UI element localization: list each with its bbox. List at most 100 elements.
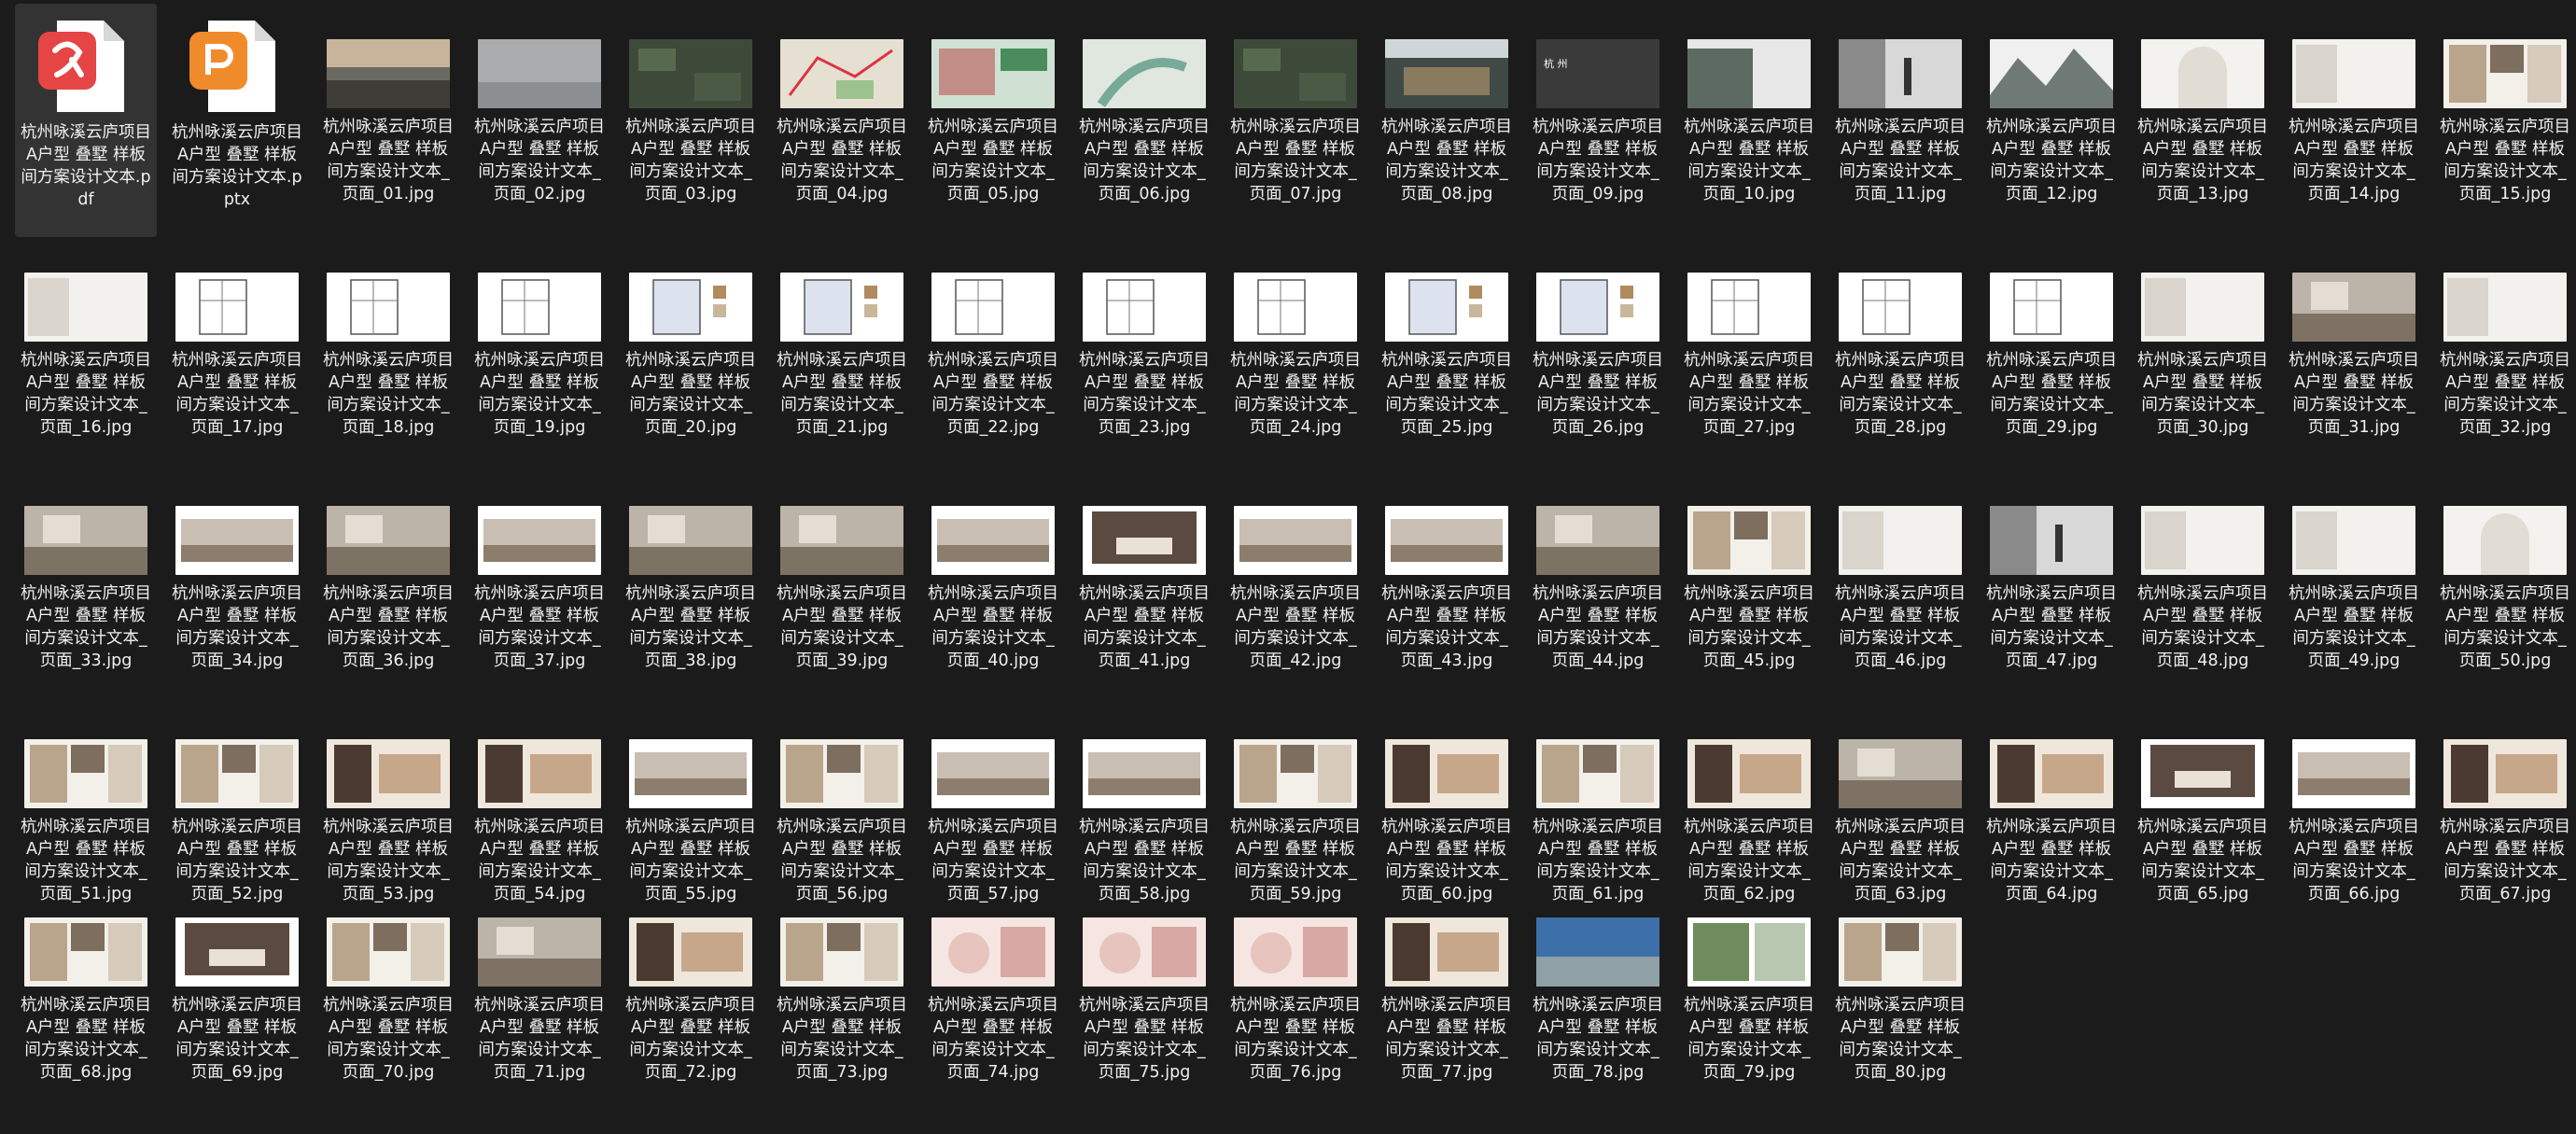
file-item[interactable]: 杭州咏溪云庐项目A户型 叠墅 样板间方案设计文本_页面_03.jpg	[620, 4, 762, 203]
file-item[interactable]: 杭州咏溪云庐项目A户型 叠墅 样板间方案设计文本_页面_72.jpg	[620, 882, 762, 1082]
image-thumbnail	[327, 506, 450, 575]
file-item[interactable]: 杭州咏溪云庐项目A户型 叠墅 样板间方案设计文本.pdf	[15, 4, 157, 237]
file-item[interactable]: 杭州咏溪云庐项目A户型 叠墅 样板间方案设计文本_页面_59.jpg	[1225, 704, 1366, 903]
file-item[interactable]: 杭州咏溪云庐项目A户型 叠墅 样板间方案设计文本_页面_42.jpg	[1225, 470, 1366, 670]
file-item[interactable]: 杭 州杭州咏溪云庐项目A户型 叠墅 样板间方案设计文本_页面_09.jpg	[1527, 4, 1669, 203]
file-item[interactable]: 杭州咏溪云庐项目A户型 叠墅 样板间方案设计文本_页面_49.jpg	[2283, 470, 2425, 670]
file-item[interactable]: 杭州咏溪云庐项目A户型 叠墅 样板间方案设计文本_页面_29.jpg	[1981, 237, 2122, 437]
file-item[interactable]: 杭州咏溪云庐项目A户型 叠墅 样板间方案设计文本_页面_24.jpg	[1225, 237, 1366, 437]
file-item[interactable]: 杭州咏溪云庐项目A户型 叠墅 样板间方案设计文本_页面_41.jpg	[1073, 470, 1215, 670]
image-thumbnail	[1687, 506, 1811, 575]
file-item[interactable]: 杭州咏溪云庐项目A户型 叠墅 样板间方案设计文本_页面_14.jpg	[2283, 4, 2425, 203]
image-thumbnail	[327, 39, 450, 108]
file-name-label: 杭州咏溪云庐项目A户型 叠墅 样板间方案设计文本_页面_78.jpg	[1533, 996, 1663, 1082]
file-item[interactable]: 杭州咏溪云庐项目A户型 叠墅 样板间方案设计文本_页面_65.jpg	[2132, 704, 2274, 903]
file-item[interactable]: 杭州咏溪云庐项目A户型 叠墅 样板间方案设计文本_页面_68.jpg	[15, 882, 157, 1082]
file-item[interactable]: 杭州咏溪云庐项目A户型 叠墅 样板间方案设计文本_页面_52.jpg	[166, 704, 308, 903]
file-item[interactable]: 杭州咏溪云庐项目A户型 叠墅 样板间方案设计文本_页面_78.jpg	[1527, 882, 1669, 1082]
file-item[interactable]: 杭州咏溪云庐项目A户型 叠墅 样板间方案设计文本_页面_67.jpg	[2434, 704, 2576, 903]
file-item[interactable]: 杭州咏溪云庐项目A户型 叠墅 样板间方案设计文本_页面_13.jpg	[2132, 4, 2274, 203]
file-item[interactable]: 杭州咏溪云庐项目A户型 叠墅 样板间方案设计文本_页面_70.jpg	[317, 882, 459, 1082]
file-item[interactable]: 杭州咏溪云庐项目A户型 叠墅 样板间方案设计文本_页面_58.jpg	[1073, 704, 1215, 903]
file-item[interactable]: 杭州咏溪云庐项目A户型 叠墅 样板间方案设计文本_页面_25.jpg	[1376, 237, 1518, 437]
file-name-label: 杭州咏溪云庐项目A户型 叠墅 样板间方案设计文本_页面_02.jpg	[474, 118, 605, 203]
file-item[interactable]: 杭州咏溪云庐项目A户型 叠墅 样板间方案设计文本_页面_60.jpg	[1376, 704, 1518, 903]
file-item[interactable]: 杭州咏溪云庐项目A户型 叠墅 样板间方案设计文本_页面_71.jpg	[469, 882, 610, 1082]
image-thumbnail	[1234, 39, 1357, 108]
file-item[interactable]: 杭州咏溪云庐项目A户型 叠墅 样板间方案设计文本_页面_55.jpg	[620, 704, 762, 903]
file-item[interactable]: 杭州咏溪云庐项目A户型 叠墅 样板间方案设计文本_页面_48.jpg	[2132, 470, 2274, 670]
file-item[interactable]: 杭州咏溪云庐项目A户型 叠墅 样板间方案设计文本_页面_32.jpg	[2434, 237, 2576, 437]
file-item[interactable]: 杭州咏溪云庐项目A户型 叠墅 样板间方案设计文本_页面_45.jpg	[1678, 470, 1820, 670]
file-item[interactable]: 杭州咏溪云庐项目A户型 叠墅 样板间方案设计文本_页面_34.jpg	[166, 470, 308, 670]
file-item[interactable]: 杭州咏溪云庐项目A户型 叠墅 样板间方案设计文本_页面_02.jpg	[469, 4, 610, 203]
file-item[interactable]: 杭州咏溪云庐项目A户型 叠墅 样板间方案设计文本_页面_22.jpg	[922, 237, 1064, 437]
file-item[interactable]: 杭州咏溪云庐项目A户型 叠墅 样板间方案设计文本_页面_12.jpg	[1981, 4, 2122, 203]
file-item[interactable]: 杭州咏溪云庐项目A户型 叠墅 样板间方案设计文本_页面_80.jpg	[1829, 882, 1971, 1082]
file-item[interactable]: 杭州咏溪云庐项目A户型 叠墅 样板间方案设计文本_页面_16.jpg	[15, 237, 157, 437]
file-item[interactable]: 杭州咏溪云庐项目A户型 叠墅 样板间方案设计文本_页面_17.jpg	[166, 237, 308, 437]
file-item[interactable]: 杭州咏溪云庐项目A户型 叠墅 样板间方案设计文本_页面_43.jpg	[1376, 470, 1518, 670]
file-item[interactable]: 杭州咏溪云庐项目A户型 叠墅 样板间方案设计文本_页面_62.jpg	[1678, 704, 1820, 903]
file-item[interactable]: 杭州咏溪云庐项目A户型 叠墅 样板间方案设计文本_页面_33.jpg	[15, 470, 157, 670]
image-thumbnail	[1536, 739, 1659, 808]
file-item[interactable]: 杭州咏溪云庐项目A户型 叠墅 样板间方案设计文本_页面_27.jpg	[1678, 237, 1820, 437]
file-item[interactable]: 杭州咏溪云庐项目A户型 叠墅 样板间方案设计文本_页面_20.jpg	[620, 237, 762, 437]
file-item[interactable]: 杭州咏溪云庐项目A户型 叠墅 样板间方案设计文本_页面_73.jpg	[771, 882, 913, 1082]
file-item[interactable]: 杭州咏溪云庐项目A户型 叠墅 样板间方案设计文本_页面_11.jpg	[1829, 4, 1971, 203]
file-name-label: 杭州咏溪云庐项目A户型 叠墅 样板间方案设计文本_页面_03.jpg	[625, 118, 756, 203]
file-item[interactable]: 杭州咏溪云庐项目A户型 叠墅 样板间方案设计文本_页面_08.jpg	[1376, 4, 1518, 203]
file-item[interactable]: 杭州咏溪云庐项目A户型 叠墅 样板间方案设计文本_页面_28.jpg	[1829, 237, 1971, 437]
image-thumbnail	[1234, 739, 1357, 808]
file-item[interactable]: 杭州咏溪云庐项目A户型 叠墅 样板间方案设计文本_页面_47.jpg	[1981, 470, 2122, 670]
file-item[interactable]: 杭州咏溪云庐项目A户型 叠墅 样板间方案设计文本_页面_06.jpg	[1073, 4, 1215, 203]
file-item[interactable]: 杭州咏溪云庐项目A户型 叠墅 样板间方案设计文本_页面_61.jpg	[1527, 704, 1669, 903]
file-item[interactable]: 杭州咏溪云庐项目A户型 叠墅 样板间方案设计文本_页面_74.jpg	[922, 882, 1064, 1082]
file-item[interactable]: 杭州咏溪云庐项目A户型 叠墅 样板间方案设计文本_页面_15.jpg	[2434, 4, 2576, 203]
file-item[interactable]: 杭州咏溪云庐项目A户型 叠墅 样板间方案设计文本_页面_57.jpg	[922, 704, 1064, 903]
file-item[interactable]: 杭州咏溪云庐项目A户型 叠墅 样板间方案设计文本_页面_07.jpg	[1225, 4, 1366, 203]
file-item[interactable]: 杭州咏溪云庐项目A户型 叠墅 样板间方案设计文本_页面_21.jpg	[771, 237, 913, 437]
file-item[interactable]: 杭州咏溪云庐项目A户型 叠墅 样板间方案设计文本_页面_50.jpg	[2434, 470, 2576, 670]
svg-text:杭 州: 杭 州	[1544, 57, 1568, 70]
file-item[interactable]: 杭州咏溪云庐项目A户型 叠墅 样板间方案设计文本_页面_04.jpg	[771, 4, 913, 203]
file-item[interactable]: 杭州咏溪云庐项目A户型 叠墅 样板间方案设计文本_页面_79.jpg	[1678, 882, 1820, 1082]
file-item[interactable]: 杭州咏溪云庐项目A户型 叠墅 样板间方案设计文本_页面_76.jpg	[1225, 882, 1366, 1082]
file-item[interactable]: 杭州咏溪云庐项目A户型 叠墅 样板间方案设计文本_页面_23.jpg	[1073, 237, 1215, 437]
file-item[interactable]: 杭州咏溪云庐项目A户型 叠墅 样板间方案设计文本_页面_39.jpg	[771, 470, 913, 670]
file-item[interactable]: 杭州咏溪云庐项目A户型 叠墅 样板间方案设计文本_页面_44.jpg	[1527, 470, 1669, 670]
file-item[interactable]: 杭州咏溪云庐项目A户型 叠墅 样板间方案设计文本_页面_46.jpg	[1829, 470, 1971, 670]
file-item[interactable]: 杭州咏溪云庐项目A户型 叠墅 样板间方案设计文本_页面_18.jpg	[317, 237, 459, 437]
file-item[interactable]: 杭州咏溪云庐项目A户型 叠墅 样板间方案设计文本_页面_36.jpg	[317, 470, 459, 670]
image-thumbnail	[780, 506, 903, 575]
file-name-label: 杭州咏溪云庐项目A户型 叠墅 样板间方案设计文本_页面_77.jpg	[1381, 996, 1512, 1082]
file-item[interactable]: 杭州咏溪云庐项目A户型 叠墅 样板间方案设计文本_页面_75.jpg	[1073, 882, 1215, 1082]
file-item[interactable]: 杭州咏溪云庐项目A户型 叠墅 样板间方案设计文本_页面_01.jpg	[317, 4, 459, 203]
image-thumbnail	[780, 273, 903, 342]
file-item[interactable]: 杭州咏溪云庐项目A户型 叠墅 样板间方案设计文本_页面_56.jpg	[771, 704, 913, 903]
file-item[interactable]: 杭州咏溪云庐项目A户型 叠墅 样板间方案设计文本_页面_10.jpg	[1678, 4, 1820, 203]
file-item[interactable]: 杭州咏溪云庐项目A户型 叠墅 样板间方案设计文本_页面_31.jpg	[2283, 237, 2425, 437]
file-name-label: 杭州咏溪云庐项目A户型 叠墅 样板间方案设计文本_页面_16.jpg	[21, 351, 151, 437]
file-item[interactable]: 杭州咏溪云庐项目A户型 叠墅 样板间方案设计文本_页面_40.jpg	[922, 470, 1064, 670]
file-item[interactable]: 杭州咏溪云庐项目A户型 叠墅 样板间方案设计文本_页面_66.jpg	[2283, 704, 2425, 903]
image-thumbnail	[1083, 917, 1206, 987]
file-item[interactable]: 杭州咏溪云庐项目A户型 叠墅 样板间方案设计文本_页面_64.jpg	[1981, 704, 2122, 903]
file-item[interactable]: 杭州咏溪云庐项目A户型 叠墅 样板间方案设计文本_页面_54.jpg	[469, 704, 610, 903]
file-name-label: 杭州咏溪云庐项目A户型 叠墅 样板间方案设计文本_页面_31.jpg	[2289, 351, 2419, 437]
pptx-file-icon	[186, 15, 288, 118]
file-item[interactable]: 杭州咏溪云庐项目A户型 叠墅 样板间方案设计文本_页面_26.jpg	[1527, 237, 1669, 437]
file-item[interactable]: 杭州咏溪云庐项目A户型 叠墅 样板间方案设计文本_页面_30.jpg	[2132, 237, 2274, 437]
file-item[interactable]: 杭州咏溪云庐项目A户型 叠墅 样板间方案设计文本_页面_77.jpg	[1376, 882, 1518, 1082]
file-item[interactable]: 杭州咏溪云庐项目A户型 叠墅 样板间方案设计文本_页面_19.jpg	[469, 237, 610, 437]
file-item[interactable]: 杭州咏溪云庐项目A户型 叠墅 样板间方案设计文本_页面_38.jpg	[620, 470, 762, 670]
file-name-label: 杭州咏溪云庐项目A户型 叠墅 样板间方案设计文本_页面_66.jpg	[2289, 818, 2419, 903]
file-item[interactable]: 杭州咏溪云庐项目A户型 叠墅 样板间方案设计文本_页面_05.jpg	[922, 4, 1064, 203]
file-item[interactable]: 杭州咏溪云庐项目A户型 叠墅 样板间方案设计文本_页面_63.jpg	[1829, 704, 1971, 903]
file-item[interactable]: 杭州咏溪云庐项目A户型 叠墅 样板间方案设计文本_页面_53.jpg	[317, 704, 459, 903]
image-thumbnail	[24, 917, 147, 987]
file-item[interactable]: 杭州咏溪云庐项目A户型 叠墅 样板间方案设计文本_页面_69.jpg	[166, 882, 308, 1082]
file-item[interactable]: 杭州咏溪云庐项目A户型 叠墅 样板间方案设计文本.pptx	[166, 4, 308, 237]
file-item[interactable]: 杭州咏溪云庐项目A户型 叠墅 样板间方案设计文本_页面_37.jpg	[469, 470, 610, 670]
file-item[interactable]: 杭州咏溪云庐项目A户型 叠墅 样板间方案设计文本_页面_51.jpg	[15, 704, 157, 903]
